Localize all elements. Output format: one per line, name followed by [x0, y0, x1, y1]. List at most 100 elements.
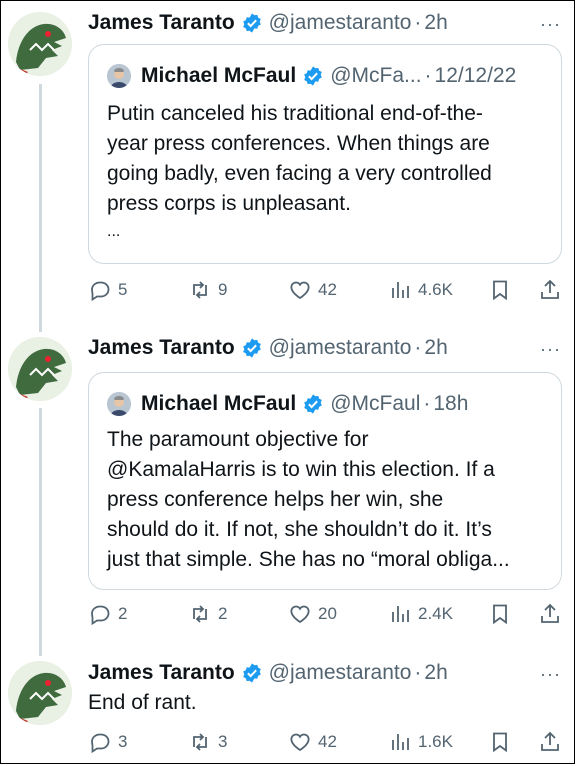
quoted-tweet-time: 18h	[433, 392, 469, 415]
verified-badge-icon	[242, 338, 261, 358]
share-button[interactable]	[538, 275, 568, 305]
verified-badge-icon	[304, 66, 323, 86]
quoted-author-handle: @McFa...	[330, 64, 422, 87]
tweet-actions: 2 2 20 2.4K	[88, 599, 562, 629]
repost-icon	[193, 733, 207, 751]
separator-dot: ·	[414, 661, 422, 684]
like-icon	[290, 733, 310, 752]
reply-count: 5	[118, 280, 128, 299]
views-icon	[392, 606, 409, 622]
text-line: @KamalaHarris is to win this election. I…	[107, 458, 495, 481]
verified-badge-icon	[304, 394, 323, 414]
share-icon	[541, 731, 559, 751]
quoted-author-handle: @McFaul	[330, 392, 421, 415]
repost-button[interactable]: 9	[188, 275, 227, 305]
thread-line	[39, 408, 42, 656]
like-button[interactable]: 42	[288, 727, 337, 757]
share-icon	[541, 279, 559, 299]
reply-button[interactable]: 5	[88, 275, 127, 305]
like-button[interactable]: 42	[288, 275, 337, 305]
bookmark-icon	[493, 604, 507, 625]
tweet-header: James Taranto @jamestaranto · 2h	[88, 8, 448, 38]
views-count: 2.4K	[418, 604, 453, 623]
verified-badge-icon	[242, 663, 261, 683]
author-handle[interactable]: @jamestaranto	[269, 336, 412, 360]
tweet-header: James Taranto @jamestaranto · 2h	[88, 333, 448, 363]
tweet-actions: 3 3 42 1.6K	[88, 727, 562, 757]
views-button[interactable]: 2.4K	[388, 599, 453, 629]
quoted-tweet-text: Putin canceled his traditional end-of-th…	[107, 99, 547, 245]
views-count: 1.6K	[418, 732, 453, 751]
quoted-tweet-text: The paramount objective for @KamalaHarri…	[107, 425, 547, 575]
repost-icon	[193, 281, 207, 299]
share-icon	[541, 603, 559, 623]
repost-button[interactable]: 3	[188, 727, 227, 757]
reply-icon	[91, 605, 110, 626]
more-options-icon[interactable]: ···	[540, 665, 561, 683]
text-line: press conference helps her win, she	[107, 488, 444, 511]
tweet-time[interactable]: 2h	[424, 661, 447, 685]
bookmark-button[interactable]	[488, 727, 518, 757]
author-avatar[interactable]	[8, 661, 72, 725]
tweet-time[interactable]: 2h	[424, 11, 447, 35]
reply-count: 2	[118, 604, 128, 623]
quoted-tweet[interactable]: Michael McFaul @McFaul · 18h The paramou…	[88, 372, 562, 590]
reply-icon	[91, 281, 110, 302]
more-options-icon[interactable]: ···	[540, 15, 561, 33]
repost-count: 2	[218, 604, 228, 623]
tweet-text: End of rant.	[88, 691, 197, 714]
separator-dot: ·	[423, 392, 431, 415]
like-count: 42	[318, 280, 337, 299]
reply-button[interactable]: 2	[88, 599, 127, 629]
separator-dot: ·	[414, 336, 422, 359]
quoted-tweet[interactable]: Michael McFaul @McFa... · 12/12/22 Putin…	[88, 44, 562, 264]
quoted-author-name: Michael McFaul	[141, 64, 297, 87]
like-count: 42	[318, 732, 337, 751]
text-line: press corps is unpleasant.	[107, 192, 351, 215]
author-name[interactable]: James Taranto	[88, 661, 235, 685]
repost-icon	[193, 605, 207, 623]
quoted-tweet-header: Michael McFaul @McFaul · 18h	[107, 389, 468, 419]
like-icon	[290, 281, 310, 300]
like-count: 20	[318, 604, 337, 623]
views-icon	[392, 734, 409, 750]
quoted-author-name: Michael McFaul	[141, 392, 297, 415]
share-button[interactable]	[538, 727, 568, 757]
author-name[interactable]: James Taranto	[88, 336, 235, 360]
thread-line	[39, 84, 42, 332]
text-line: The paramount objective for	[107, 428, 369, 451]
author-handle[interactable]: @jamestaranto	[269, 661, 412, 685]
text-line: going badly, even facing a very controll…	[107, 162, 492, 185]
repost-count: 9	[218, 280, 228, 299]
views-button[interactable]: 1.6K	[388, 727, 453, 757]
views-count: 4.6K	[418, 280, 453, 299]
author-avatar[interactable]	[8, 12, 72, 76]
tweet-actions: 5 9 42 4.6K	[88, 275, 562, 305]
like-icon	[290, 605, 310, 624]
author-avatar[interactable]	[8, 337, 72, 401]
text-line: year press conferences. When things are	[107, 132, 490, 155]
author-name[interactable]: James Taranto	[88, 11, 235, 35]
views-button[interactable]: 4.6K	[388, 275, 453, 305]
author-handle[interactable]: @jamestaranto	[269, 11, 412, 35]
like-button[interactable]: 20	[288, 599, 337, 629]
separator-dot: ·	[414, 11, 422, 34]
quoted-tweet-time: 12/12/22	[434, 64, 517, 87]
reply-count: 3	[118, 732, 128, 751]
bookmark-button[interactable]	[488, 599, 518, 629]
separator-dot: ·	[424, 64, 432, 87]
quoted-author-avatar	[107, 392, 131, 416]
repost-button[interactable]: 2	[188, 599, 227, 629]
more-options-icon[interactable]: ···	[540, 340, 561, 358]
share-button[interactable]	[538, 599, 568, 629]
bookmark-button[interactable]	[488, 275, 518, 305]
reply-button[interactable]: 3	[88, 727, 127, 757]
text-line: should do it. If not, she shouldn’t do i…	[107, 518, 492, 541]
quoted-tweet-header: Michael McFaul @McFa... · 12/12/22	[107, 61, 516, 91]
quoted-author-avatar	[107, 64, 131, 88]
text-line: just that simple. She has no “moral obli…	[107, 548, 510, 571]
repost-count: 3	[218, 732, 228, 751]
views-icon	[392, 282, 409, 298]
tweet-time[interactable]: 2h	[424, 336, 447, 360]
bookmark-icon	[493, 280, 507, 301]
